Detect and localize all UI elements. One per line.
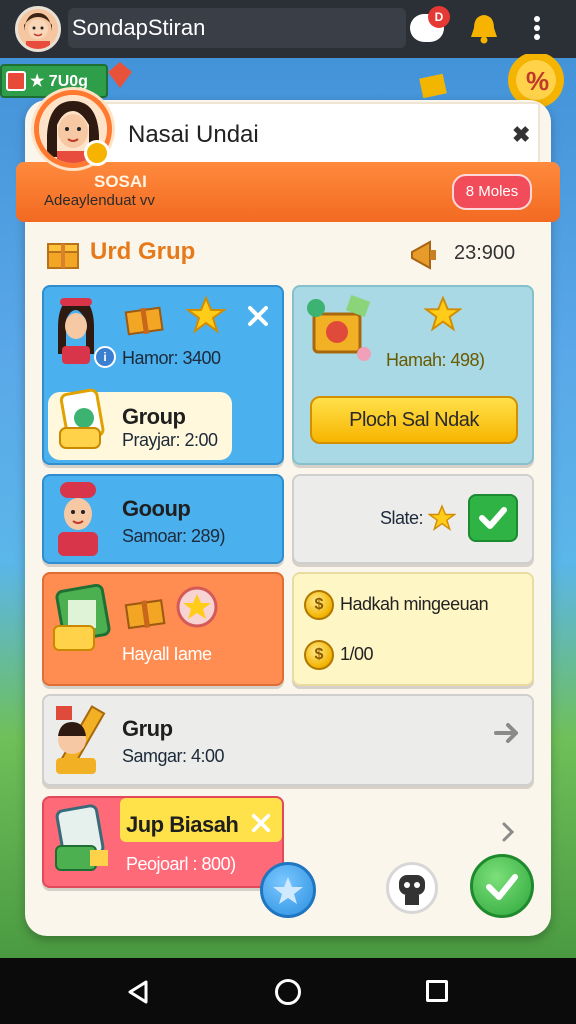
group-row[interactable]	[42, 694, 534, 786]
close-icon[interactable]: ✖	[512, 122, 530, 148]
tile7-title: Grup	[122, 716, 173, 741]
tile6-value: 1/00	[340, 644, 374, 664]
card-pack-icon	[55, 804, 108, 871]
tile7-sub: Samgar: 4:00	[122, 746, 225, 766]
tile3-title: Gooup	[122, 496, 191, 521]
character-avatar	[58, 298, 94, 364]
share-button[interactable]	[260, 862, 316, 918]
gift-box-icon	[124, 599, 166, 630]
tile4-label: Slate:	[380, 508, 424, 528]
notification-badge: D	[428, 6, 450, 28]
gift-box-icon	[124, 306, 164, 336]
band-subtitle: Adeaylenduat vv	[44, 192, 155, 209]
claim-button[interactable]: Ploch Sal Ndak	[310, 396, 518, 444]
check-icon[interactable]	[468, 494, 518, 542]
tile3-sub: Samoar: 289)	[122, 526, 226, 546]
app-title: SondapStiran	[68, 8, 406, 48]
score-chip-value: ★ 7U0g	[30, 73, 88, 90]
points-value: 23:900	[454, 242, 516, 264]
profile-band: SOSAI Adeaylenduat vv 8 Moles	[16, 162, 560, 222]
tile1-card-sub: Prayjar: 2:00	[122, 430, 218, 450]
tile6-title: Hadkah mingeeuan	[340, 594, 489, 614]
character-avatar	[58, 482, 98, 556]
card-pack-icon	[53, 583, 111, 651]
band-title: SOSAI	[94, 172, 147, 191]
star-badge-icon	[176, 586, 218, 628]
star-icon	[428, 504, 456, 532]
lives-button[interactable]: 8 Moles	[452, 174, 532, 210]
recents-icon[interactable]	[426, 980, 448, 1002]
tile2-stat: Hamah: 498)	[386, 350, 485, 370]
currency-tile[interactable]	[292, 572, 534, 686]
star-icon	[424, 296, 462, 332]
gift-box-icon	[47, 243, 79, 269]
treasure-icon	[307, 295, 371, 361]
tile5-label: Hayall Iame	[122, 644, 212, 664]
confirm-button[interactable]	[470, 854, 534, 918]
gem-icon	[108, 62, 132, 88]
player-name: Nasai Undai	[128, 121, 259, 148]
card-pack-icon	[59, 388, 105, 449]
info-icon: i	[94, 346, 116, 368]
more-vert-icon[interactable]	[526, 14, 548, 44]
coin-icon: $	[304, 590, 334, 620]
gift-box-icon	[419, 73, 447, 98]
tile8-sub: Peojoarl : 800)	[126, 854, 236, 874]
home-icon[interactable]	[275, 979, 301, 1005]
avatar[interactable]	[15, 6, 61, 52]
tile1-card-title: Group	[122, 404, 186, 429]
tile1-stat: Hamor: 3400	[122, 348, 221, 368]
robot-icon[interactable]	[386, 862, 438, 914]
arrow-right-icon[interactable]	[496, 820, 520, 844]
player-level-badge	[84, 140, 110, 166]
megaphone-icon	[411, 240, 436, 270]
section-title: Urd Grup	[90, 238, 196, 265]
svg-text:%: %	[526, 66, 549, 96]
star-icon	[186, 296, 226, 334]
score-chip[interactable]: ★ 7U0g	[0, 64, 108, 98]
score-chip-icon	[6, 71, 26, 91]
close-icon[interactable]	[250, 812, 272, 834]
tile8-title: Jup Biasah	[126, 812, 239, 837]
player-name-box: Nasai Undai ✖	[90, 102, 540, 164]
close-icon[interactable]	[246, 304, 270, 328]
top-app-bar: SondapStiran D	[0, 0, 576, 58]
pencil-character-icon	[56, 705, 106, 774]
arrow-right-icon[interactable]	[492, 718, 522, 748]
coin-icon: $	[304, 640, 334, 670]
back-icon[interactable]	[126, 979, 150, 1005]
bell-icon[interactable]	[466, 10, 502, 46]
